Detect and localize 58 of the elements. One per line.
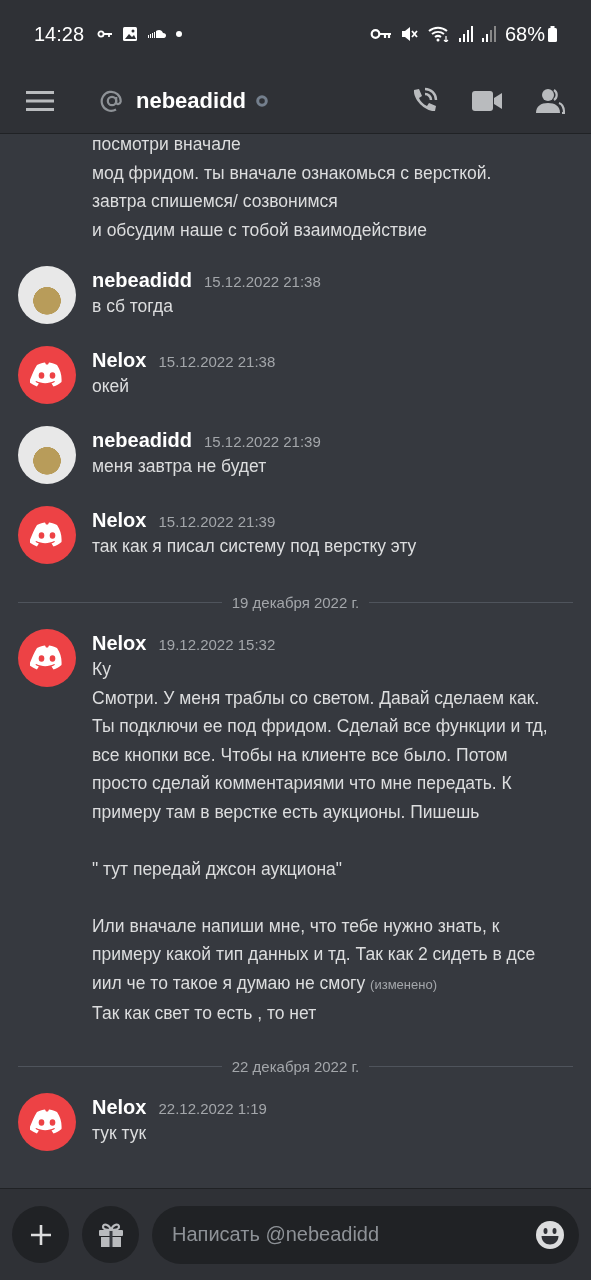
message-input-field[interactable]: Написать @nebeadidd	[152, 1205, 579, 1264]
key-icon	[97, 29, 114, 39]
date-divider-label: 19 декабря 2022 г.	[231, 594, 360, 611]
cloud-icon	[147, 29, 168, 39]
author-name[interactable]: Nelox	[92, 632, 147, 655]
at-sign-icon	[100, 88, 124, 113]
message-text: Так как свет то есть , то нет	[92, 1002, 318, 1025]
controller-face-icon	[30, 1108, 64, 1135]
message-text: окей	[92, 375, 131, 398]
avatar[interactable]	[18, 346, 76, 404]
avatar-photo-placeholder[interactable]	[18, 266, 76, 324]
message-text: в сб тогда	[92, 295, 174, 318]
author-name[interactable]: nebeadidd	[92, 429, 192, 452]
members-icon[interactable]	[535, 87, 565, 114]
message-timestamp: 15.12.2022 21:38	[158, 353, 276, 370]
mute-icon	[400, 26, 419, 42]
author-name[interactable]: Nelox	[92, 509, 147, 532]
author-name[interactable]: Nelox	[92, 349, 147, 372]
message-text: тук тук	[92, 1121, 148, 1145]
controller-face-icon	[30, 522, 64, 548]
message-text: так как я писал систему под верстку эту	[92, 535, 418, 558]
avatar[interactable]	[18, 506, 76, 564]
image-icon	[122, 26, 139, 42]
dot-icon	[176, 31, 183, 37]
key-icon	[369, 28, 392, 40]
date-divider-label: 22 декабря 2022 г.	[231, 1057, 360, 1075]
author-name[interactable]: nebeadidd	[92, 269, 192, 292]
message-text: Смотри. У меня траблы со светом. Давай сделаем как. Ты подключи ее под фридом. Сделай все функции и тд, все кнопки все. Чтобы на клиенте все было. Потом просто сделай комментариями что мне передать. К примеру там в верстке есть аукционы. Пишешь " тут передай джсон аукциона" Или вначале напиши мне, что тебе нужно знать, к примеру какой тип данных и тд. Так как 2 сидеть в дсе иил че то такое я думаю не смогу (изменено)	[92, 686, 549, 995]
video-camera-icon[interactable]	[472, 89, 502, 112]
controller-face-icon	[30, 645, 64, 671]
wifi-icon	[427, 26, 450, 42]
avatar[interactable]	[18, 1092, 76, 1151]
signal-icon	[458, 26, 473, 42]
message-text: Ку	[92, 658, 112, 681]
message-text: меня завтра не будет	[92, 455, 268, 478]
menu-icon[interactable]	[26, 90, 54, 111]
status-time: 14:28	[34, 22, 85, 46]
message-timestamp: 15.12.2022 21:38	[204, 273, 321, 290]
controller-face-icon	[30, 362, 64, 388]
signal-icon	[481, 26, 496, 42]
message-text: мод фридом. ты вначале ознакомься с версткой.	[92, 161, 493, 185]
message-text: завтра спишемся/ созвонимся	[92, 190, 339, 213]
message-timestamp: 15.12.2022 21:39	[158, 513, 276, 530]
channel-name: nebeadidd	[136, 87, 246, 114]
battery-icon	[548, 26, 557, 42]
message-timestamp: 22.12.2022 1:19	[158, 1099, 267, 1117]
message-timestamp: 15.12.2022 21:39	[204, 433, 321, 450]
plus-icon	[29, 1223, 52, 1246]
message-timestamp: 19.12.2022 15:32	[158, 636, 276, 653]
emoji-icon[interactable]	[535, 1219, 565, 1250]
offline-status-icon	[256, 94, 268, 107]
edited-label: (изменено)	[370, 976, 437, 992]
avatar[interactable]	[18, 629, 76, 687]
battery-percent: 68%	[504, 22, 545, 46]
message-text: посмотри вначале	[92, 134, 242, 156]
avatar-photo-placeholder[interactable]	[18, 426, 76, 484]
message-text: и обсудим наше с тобой взаимодействие	[92, 218, 428, 242]
author-name[interactable]: Nelox	[92, 1095, 147, 1119]
